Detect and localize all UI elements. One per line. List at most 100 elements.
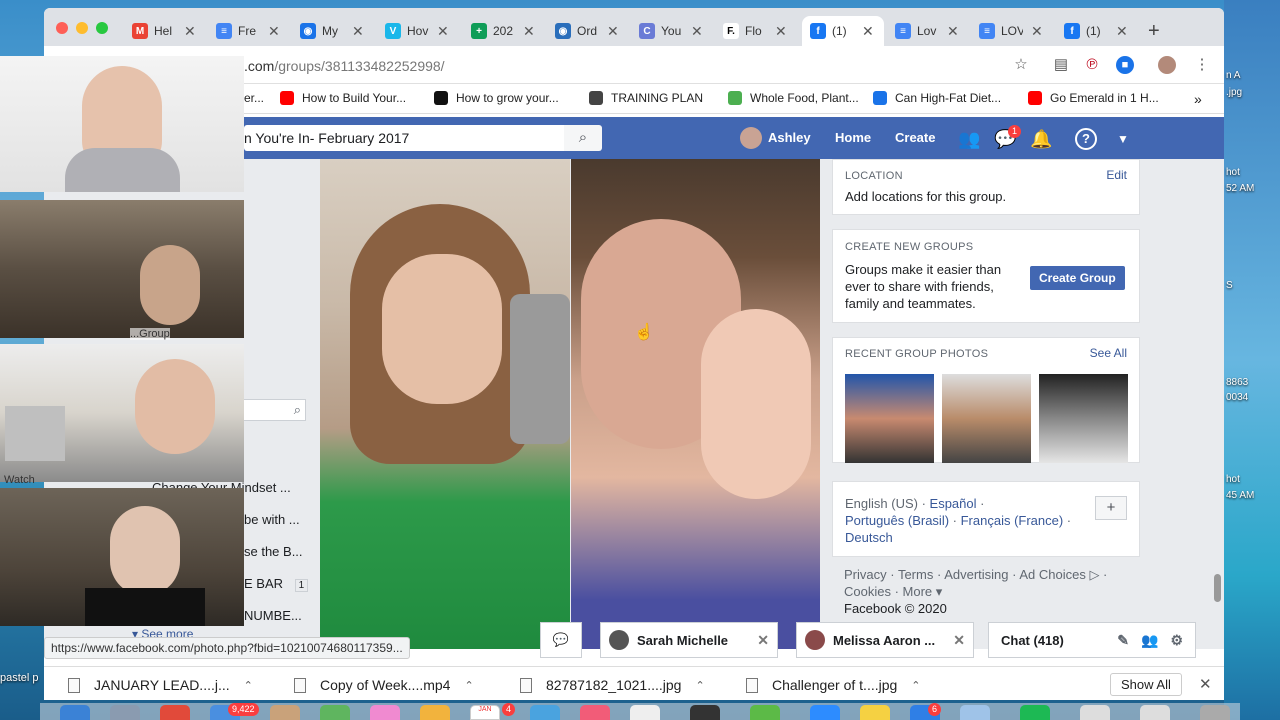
chevron-up-icon[interactable]: ⌃ — [244, 679, 253, 692]
left-list-item[interactable]: be with ... — [244, 512, 300, 527]
bookmark-item[interactable]: er... — [244, 91, 264, 105]
extension-icon[interactable]: ▤ — [1052, 56, 1070, 74]
close-tab-icon[interactable]: ✕ — [947, 23, 959, 40]
new-tab-button[interactable]: + — [1148, 20, 1160, 43]
chat-tab-sarah[interactable]: Sarah Michelle ✕ — [600, 622, 778, 658]
chat-messages-icon[interactable]: 💬 — [540, 622, 582, 658]
close-tab-icon[interactable]: ✕ — [184, 23, 196, 40]
profile-avatar[interactable] — [1158, 56, 1176, 74]
privacy-link[interactable]: Privacy — [844, 567, 887, 582]
maps-icon[interactable] — [320, 705, 350, 720]
notes-icon[interactable] — [270, 705, 300, 720]
browser-tab[interactable]: C You ✕ — [631, 16, 713, 46]
bluetooth-icon[interactable] — [960, 705, 990, 720]
chrome-icon[interactable] — [160, 705, 190, 720]
desktop-file-label[interactable]: pastel p — [0, 672, 39, 684]
address-bar[interactable]: .com/groups/381133482252998/ — [244, 58, 445, 74]
extension-icon[interactable]: ■ — [1116, 56, 1134, 74]
desktop-file-label[interactable]: hot — [1226, 167, 1280, 178]
spotify-icon[interactable] — [1020, 705, 1050, 720]
video-tile[interactable] — [0, 200, 244, 338]
close-tab-icon[interactable]: ✕ — [1116, 23, 1128, 40]
home-link[interactable]: Home — [835, 130, 871, 145]
more-link[interactable]: More — [903, 584, 933, 599]
zoom-app-icon[interactable] — [810, 705, 840, 720]
user-avatar[interactable] — [740, 127, 762, 149]
pages-icon[interactable] — [420, 705, 450, 720]
trash-icon[interactable] — [1200, 705, 1230, 720]
music-icon[interactable] — [580, 705, 610, 720]
account-menu-chevron-down-icon[interactable]: ▼ — [1112, 128, 1134, 150]
search-icon[interactable]: ⌕ — [564, 125, 602, 151]
language-option[interactable]: Français (France) — [961, 513, 1064, 528]
close-tab-icon[interactable]: ✕ — [691, 23, 703, 40]
notifications-bell-icon[interactable]: 🔔 — [1030, 128, 1052, 150]
browser-tab[interactable]: ◉ My ✕ — [292, 16, 374, 46]
desktop-file-label[interactable]: 52 AM — [1226, 183, 1280, 194]
chevron-up-icon[interactable]: ⌃ — [695, 679, 704, 692]
browser-tab[interactable]: ≡ Lov ✕ — [887, 16, 969, 46]
close-tab-icon[interactable]: ✕ — [607, 23, 619, 40]
desktop-file-label[interactable]: 0034 — [1226, 392, 1280, 403]
ad-choices-link[interactable]: Ad Choices — [1019, 567, 1085, 582]
group-search-input[interactable]: ⌕ — [234, 399, 306, 421]
browser-tab[interactable]: ≡ Fre ✕ — [208, 16, 290, 46]
desktop-file-label[interactable]: S — [1226, 280, 1280, 291]
chevron-up-icon[interactable]: ⌃ — [911, 679, 920, 692]
close-tab-icon[interactable]: ✕ — [775, 23, 787, 40]
recent-photo-thumb[interactable] — [1039, 374, 1128, 463]
friends-icon[interactable]: 👥 — [958, 128, 980, 150]
facebook-search-input[interactable]: n You're In- February 2017 — [244, 125, 599, 151]
close-icon[interactable]: ✕ — [757, 632, 769, 649]
left-list-item[interactable]: E BAR 1 — [244, 576, 309, 592]
bookmark-item[interactable]: Whole Food, Plant... — [728, 91, 859, 105]
browser-tab[interactable]: +202 ✕ — [463, 16, 545, 46]
close-tab-icon[interactable]: ✕ — [352, 23, 364, 40]
see-all-link[interactable]: See All — [1090, 346, 1127, 360]
settings-icon[interactable] — [690, 705, 720, 720]
minimize-window-icon[interactable] — [76, 22, 88, 34]
desktop-file-label[interactable]: hot — [1226, 474, 1280, 485]
location-edit-link[interactable]: Edit — [1106, 168, 1127, 182]
document-thumb-icon[interactable] — [1140, 705, 1170, 720]
bookmark-item[interactable]: How to Build Your... — [280, 91, 406, 105]
document-thumb-icon[interactable] — [1080, 705, 1110, 720]
video-tile[interactable] — [0, 56, 244, 192]
download-item[interactable]: 82787182_1021....jpg ⌃ — [520, 677, 705, 693]
chat-main-tab[interactable]: Chat (418) ✎ 👥 ⚙ — [988, 622, 1196, 658]
left-list-item[interactable]: NUMBE... — [244, 608, 302, 623]
bookmark-star-icon[interactable]: ☆ — [1012, 56, 1030, 74]
user-name-link[interactable]: Ashley — [768, 130, 811, 145]
numbers-icon[interactable] — [750, 705, 780, 720]
help-icon[interactable]: ? — [1075, 128, 1097, 150]
browser-tab[interactable]: M Hel ✕ — [124, 16, 206, 46]
browser-tab[interactable]: V Hov ✕ — [377, 16, 459, 46]
zoom-window-icon[interactable] — [96, 22, 108, 34]
stickies-icon[interactable] — [860, 705, 890, 720]
close-tab-icon[interactable]: ✕ — [523, 23, 535, 40]
browser-tab[interactable]: ≡ LOV ✕ — [971, 16, 1053, 46]
close-tab-icon[interactable]: ✕ — [1031, 23, 1043, 40]
desktop-file-label[interactable]: .jpg — [1226, 87, 1280, 98]
video-tile[interactable] — [0, 344, 244, 482]
close-tab-icon[interactable]: ✕ — [268, 23, 280, 40]
group-photo-mother-child[interactable] — [571, 159, 820, 649]
desktop-file-label[interactable]: n A — [1226, 70, 1280, 81]
group-photo-selfie[interactable] — [320, 159, 570, 649]
create-group-button[interactable]: Create Group — [1030, 266, 1125, 290]
close-icon[interactable]: ✕ — [953, 632, 965, 649]
download-item[interactable]: Copy of Week....mp4 ⌃ — [294, 677, 474, 693]
create-link[interactable]: Create — [895, 130, 935, 145]
chat-settings-gear-icon[interactable]: ⚙ — [1170, 632, 1183, 649]
browser-tab[interactable]: f (1) ✕ — [1056, 16, 1138, 46]
photos-icon[interactable] — [370, 705, 400, 720]
desktop-file-label[interactable]: 8863 — [1226, 377, 1280, 388]
recent-photo-thumb[interactable] — [942, 374, 1031, 463]
browser-tab[interactable]: ◉ Ord ✕ — [547, 16, 629, 46]
advertising-link[interactable]: Advertising — [944, 567, 1008, 582]
page-scrollbar[interactable] — [1214, 574, 1221, 602]
terms-link[interactable]: Terms — [898, 567, 933, 582]
documents-icon[interactable] — [630, 705, 660, 720]
new-message-icon[interactable]: ✎ — [1117, 632, 1129, 649]
language-option[interactable]: Español — [930, 496, 977, 511]
